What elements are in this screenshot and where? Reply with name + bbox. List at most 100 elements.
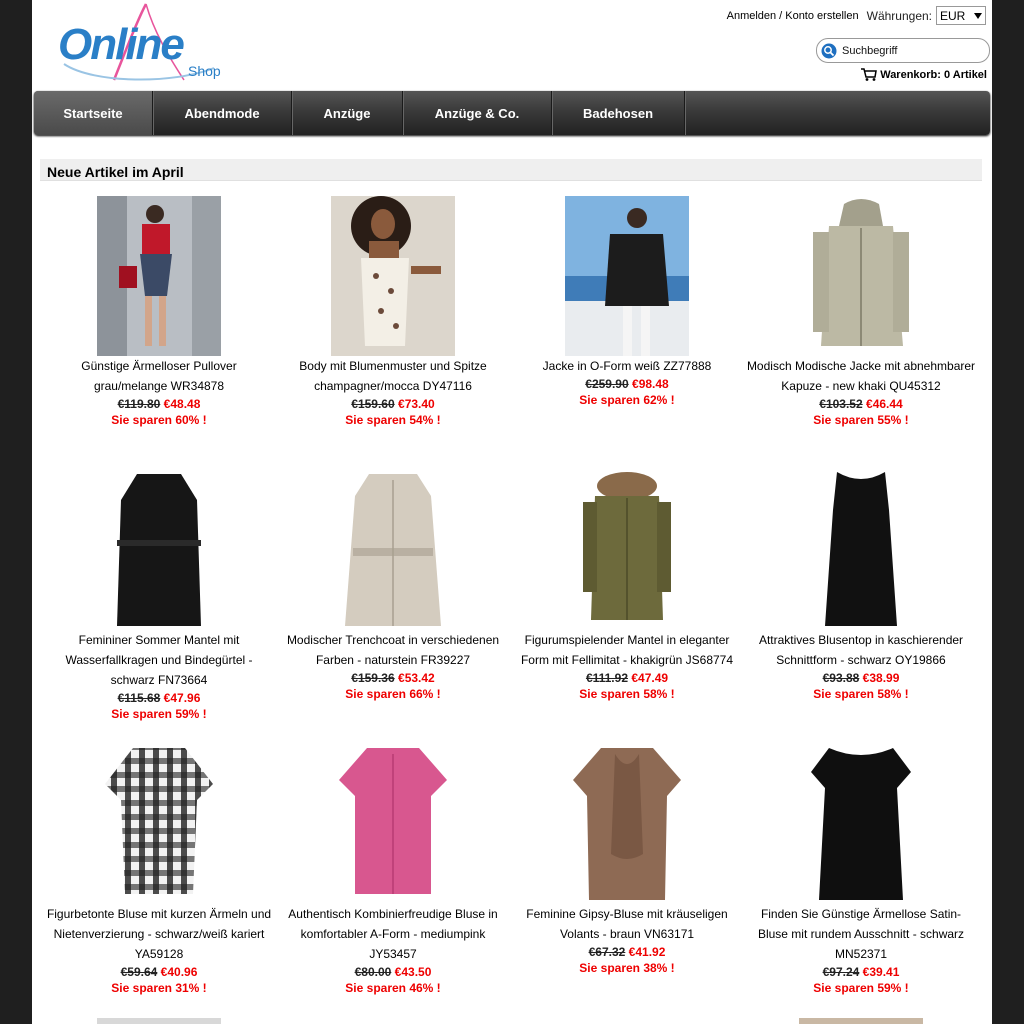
search-icon[interactable] xyxy=(821,43,837,59)
product-name[interactable]: Figurbetonte Bluse mit kurzen Ärmeln und… xyxy=(42,904,276,964)
product-image[interactable] xyxy=(799,470,923,630)
next-row-peek xyxy=(42,1018,978,1024)
savings: Sie sparen 38% ! xyxy=(579,961,675,975)
product-image[interactable] xyxy=(799,1018,923,1024)
product-image[interactable] xyxy=(799,196,923,356)
savings: Sie sparen 54% ! xyxy=(345,413,441,427)
new-price: €53.42 xyxy=(398,671,435,685)
old-price: €59.64 xyxy=(120,965,158,979)
product-name[interactable]: Femininer Sommer Mantel mit Wasserfallkr… xyxy=(42,630,276,690)
nav-item-anzuege-co[interactable]: Anzüge & Co. xyxy=(403,91,552,135)
search-input[interactable] xyxy=(840,43,984,58)
savings: Sie sparen 62% ! xyxy=(579,393,675,407)
product-card: Günstige Ärmelloser Pullover grau/melang… xyxy=(42,196,276,470)
product-image[interactable] xyxy=(565,744,689,904)
product-image[interactable] xyxy=(331,470,455,630)
old-price: €159.36 xyxy=(351,671,395,685)
old-price: €159.60 xyxy=(351,397,395,411)
link-separator: / xyxy=(779,9,783,22)
savings: Sie sparen 55% ! xyxy=(813,413,909,427)
account-bar: Anmelden / Konto erstellen Währungen: EU… xyxy=(727,6,986,25)
new-price: €98.48 xyxy=(632,377,669,391)
product-image[interactable] xyxy=(97,744,221,904)
product-name[interactable]: Figurumspielender Mantel in eleganter Fo… xyxy=(510,630,744,670)
old-price: €259.90 xyxy=(585,377,629,391)
product-card: Figurbetonte Bluse mit kurzen Ärmeln und… xyxy=(42,744,276,1018)
product-card: Attraktives Blusentop in kaschierender S… xyxy=(744,470,978,744)
product-price: €97.24 €39.41 xyxy=(744,964,978,980)
cart-link[interactable]: Warenkorb: 0 Artikel xyxy=(861,68,987,81)
product-name[interactable]: Body mit Blumenmuster und Spitze champag… xyxy=(276,356,510,396)
new-price: €39.41 xyxy=(862,965,900,979)
savings: Sie sparen 60% ! xyxy=(111,413,207,427)
product-image[interactable] xyxy=(331,744,455,904)
product-image[interactable] xyxy=(331,1018,455,1024)
currency-value: EUR xyxy=(940,8,966,23)
product-name[interactable]: Modisch Modische Jacke mit abnehmbarer K… xyxy=(744,356,978,396)
product-image[interactable] xyxy=(565,196,689,356)
old-price: €97.24 xyxy=(822,965,860,979)
product-card: Femininer Sommer Mantel mit Wasserfallkr… xyxy=(42,470,276,744)
product-card: Jacke in O-Form weiß ZZ77888 €259.90 €98… xyxy=(510,196,744,470)
login-link[interactable]: Anmelden xyxy=(727,10,777,22)
logo-text: Online xyxy=(58,20,185,69)
old-price: €119.80 xyxy=(117,397,161,411)
product-card: Authentisch Kombinierfreudige Bluse in k… xyxy=(276,744,510,1018)
product-card: Feminine Gipsy-Bluse mit kräuseligen Vol… xyxy=(510,744,744,1018)
product-price: €103.52 €46.44 xyxy=(744,396,978,412)
savings: Sie sparen 58% ! xyxy=(813,687,909,701)
product-card: Modisch Modische Jacke mit abnehmbarer K… xyxy=(744,196,978,470)
product-card: Modischer Trenchcoat in verschiedenen Fa… xyxy=(276,470,510,744)
nav-item-anzuege[interactable]: Anzüge xyxy=(292,91,403,135)
product-price: €259.90 €98.48 xyxy=(510,376,744,392)
register-link[interactable]: Konto erstellen xyxy=(785,10,858,22)
chevron-down-icon xyxy=(974,12,982,19)
product-name[interactable]: Finden Sie Günstige Ärmellose Satin-Blus… xyxy=(744,904,978,964)
cart-icon xyxy=(861,68,878,81)
product-grid: Günstige Ärmelloser Pullover grau/melang… xyxy=(42,196,978,1018)
logo-subtext: Shop xyxy=(188,63,221,79)
product-price: €115.68 €47.96 xyxy=(42,690,276,706)
product-name[interactable]: Jacke in O-Form weiß ZZ77888 xyxy=(510,356,744,376)
nav-item-abendmode[interactable]: Abendmode xyxy=(153,91,292,135)
shop-logo[interactable]: Online Shop xyxy=(54,2,229,84)
savings: Sie sparen 59% ! xyxy=(111,707,207,721)
savings: Sie sparen 66% ! xyxy=(345,687,441,701)
savings: Sie sparen 31% ! xyxy=(111,981,207,995)
new-price: €38.99 xyxy=(862,671,900,685)
product-name[interactable]: Modischer Trenchcoat in verschiedenen Fa… xyxy=(276,630,510,670)
product-price: €159.60 €73.40 xyxy=(276,396,510,412)
search-box[interactable] xyxy=(816,38,990,63)
old-price: €115.68 xyxy=(117,691,161,705)
product-price: €93.88 €38.99 xyxy=(744,670,978,686)
product-price: €159.36 €53.42 xyxy=(276,670,510,686)
old-price: €80.00 xyxy=(354,965,392,979)
nav-item-badehosen[interactable]: Badehosen xyxy=(552,91,685,135)
product-image[interactable] xyxy=(565,470,689,630)
currency-label: Währungen: xyxy=(866,8,932,23)
product-price: €80.00 €43.50 xyxy=(276,964,510,980)
product-image[interactable] xyxy=(799,744,923,904)
product-image[interactable] xyxy=(565,1018,689,1024)
savings: Sie sparen 59% ! xyxy=(813,981,909,995)
product-price: €59.64 €40.96 xyxy=(42,964,276,980)
savings: Sie sparen 46% ! xyxy=(345,981,441,995)
product-name[interactable]: Authentisch Kombinierfreudige Bluse in k… xyxy=(276,904,510,964)
old-price: €111.92 xyxy=(585,671,628,685)
cart-text: Warenkorb: 0 Artikel xyxy=(880,68,987,81)
product-image[interactable] xyxy=(97,1018,221,1024)
product-name[interactable]: Günstige Ärmelloser Pullover grau/melang… xyxy=(42,356,276,396)
old-price: €103.52 xyxy=(819,397,863,411)
new-price: €40.96 xyxy=(160,965,198,979)
new-price: €48.48 xyxy=(163,397,201,411)
product-image[interactable] xyxy=(331,196,455,356)
old-price: €67.32 xyxy=(588,945,626,959)
main-nav: Startseite Abendmode Anzüge Anzüge & Co.… xyxy=(34,91,990,135)
currency-select[interactable]: EUR xyxy=(936,6,986,25)
nav-item-startseite[interactable]: Startseite xyxy=(34,91,153,135)
product-image[interactable] xyxy=(97,196,221,356)
product-image[interactable] xyxy=(97,470,221,630)
product-name[interactable]: Feminine Gipsy-Bluse mit kräuseligen Vol… xyxy=(510,904,744,944)
product-name[interactable]: Attraktives Blusentop in kaschierender S… xyxy=(744,630,978,670)
savings: Sie sparen 58% ! xyxy=(579,687,675,701)
